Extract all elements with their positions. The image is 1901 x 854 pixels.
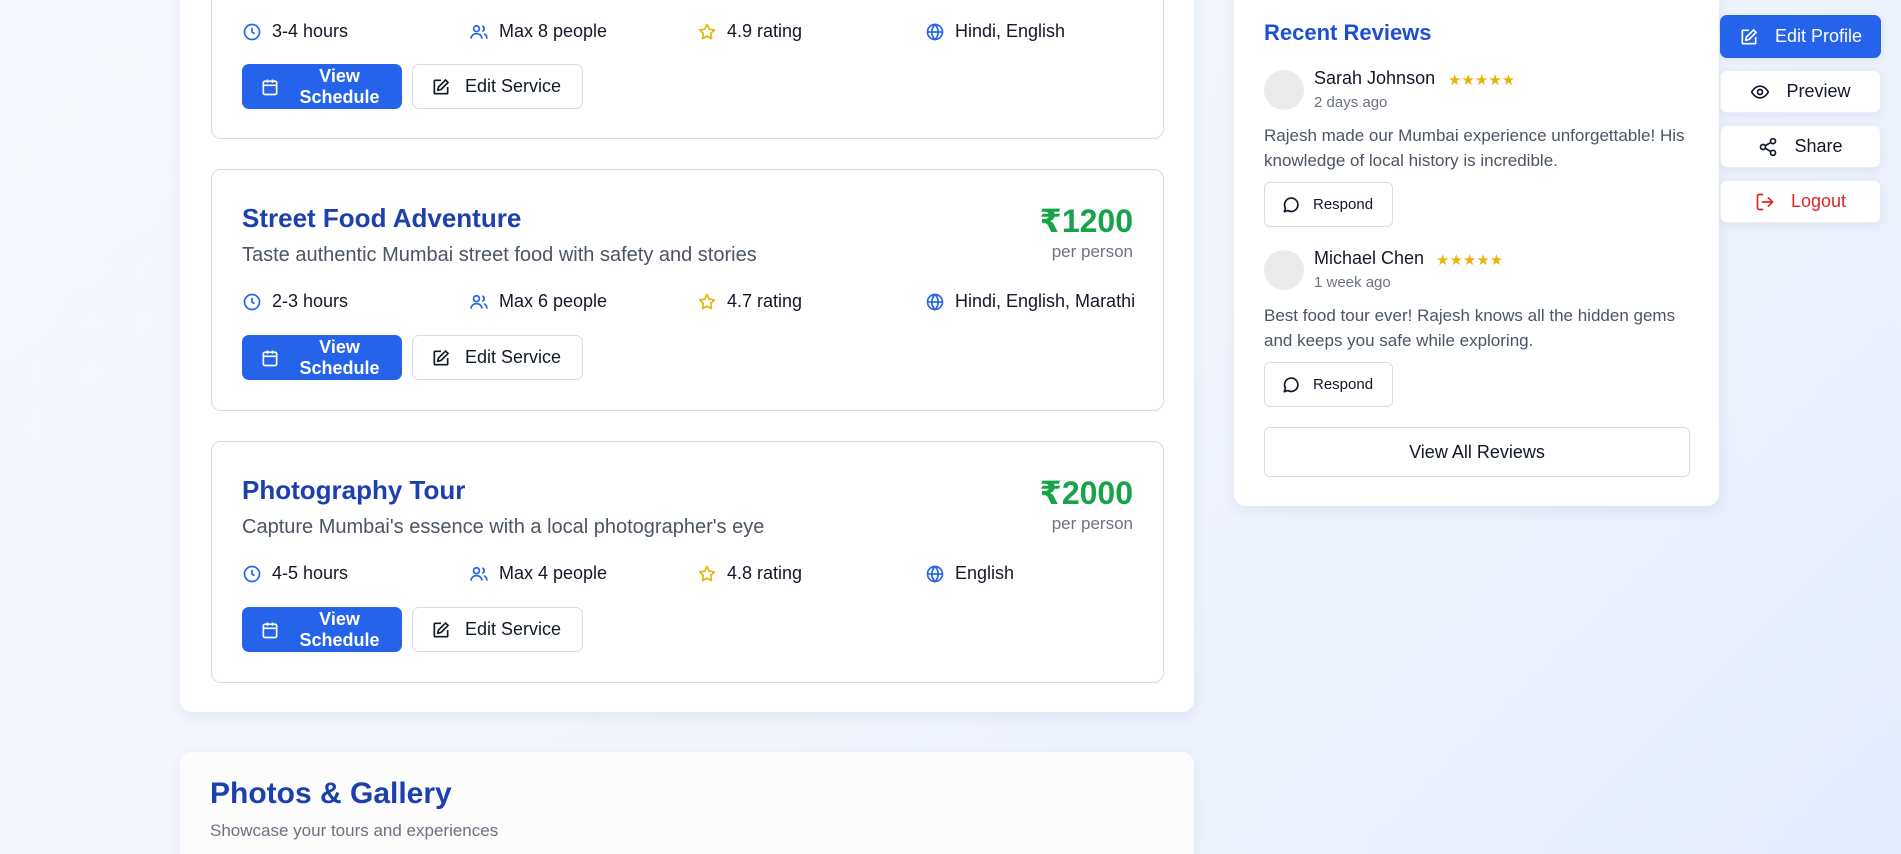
duration-meta: 3-4 hours — [242, 21, 348, 42]
logout-label: Logout — [1790, 191, 1847, 211]
clock-icon — [243, 565, 261, 582]
globe-icon — [926, 292, 944, 311]
group-meta: Max 4 people — [469, 563, 607, 584]
message-circle-icon — [1283, 376, 1299, 392]
price-unit: per person — [1051, 242, 1133, 261]
group-meta: Max 6 people — [469, 291, 607, 312]
logout-icon — [1756, 193, 1774, 210]
review-date: 1 week ago — [1314, 274, 1391, 291]
star-icon — [698, 23, 716, 39]
gallery-card: Photos & Gallery Showcase your tours and… — [180, 752, 1194, 854]
group-text: Max 4 people — [499, 563, 608, 583]
edit-service-label: Edit Service — [465, 76, 562, 96]
duration-meta: 2-3 hours — [242, 291, 348, 312]
calendar-icon — [262, 79, 278, 95]
edit-icon — [433, 78, 449, 94]
edit-profile-button[interactable]: Edit Profile — [1720, 15, 1881, 58]
gallery-subtitle: Showcase your tours and experiences — [210, 821, 499, 840]
clock-icon — [243, 23, 261, 40]
group-text: Max 6 people — [499, 291, 608, 311]
review-text: Best food tour ever! Rajesh knows all th… — [1264, 306, 1676, 350]
rating-meta: 4.7 rating — [697, 291, 802, 312]
share-icon — [1760, 137, 1777, 156]
service-title: Street Food Adventure — [242, 203, 522, 233]
duration-text: 4-5 hours — [272, 563, 349, 583]
edit-profile-label: Edit Profile — [1774, 26, 1863, 46]
languages-text: Hindi, English — [955, 21, 1066, 41]
languages-meta: Hindi, English — [925, 21, 1065, 42]
recent-reviews-card: Recent Reviews Sarah Johnson ★★★★★ 2 day… — [1234, 0, 1719, 506]
reviews-title: Recent Reviews — [1264, 20, 1432, 45]
duration-text: 3-4 hours — [272, 21, 349, 41]
languages-meta: English — [925, 563, 1014, 584]
service-card-photography: Photography Tour Capture Mumbai's essenc… — [211, 441, 1164, 683]
edit-service-button[interactable]: Edit Service — [412, 64, 583, 109]
service-card-street-food: Street Food Adventure Taste authentic Mu… — [211, 169, 1164, 411]
preview-button[interactable]: Preview — [1720, 70, 1881, 113]
service-description: Capture Mumbai's essence with a local ph… — [242, 516, 765, 538]
service-price: ₹1200 — [1039, 203, 1133, 239]
users-icon — [470, 566, 488, 581]
rating-text: 4.9 rating — [727, 21, 803, 41]
rating-text: 4.8 rating — [727, 563, 803, 583]
price-unit: per person — [1051, 514, 1133, 533]
service-card-tour-1: 3-4 hours Max 8 people 4.9 rating Hindi,… — [211, 0, 1164, 139]
view-schedule-label: View Schedule — [299, 336, 380, 378]
reviewer-name: Sarah Johnson — [1314, 68, 1436, 88]
review-text: Rajesh made our Mumbai experience unforg… — [1264, 126, 1685, 170]
view-schedule-label: View Schedule — [299, 608, 380, 650]
group-text: Max 8 people — [499, 21, 608, 41]
edit-icon — [433, 621, 449, 637]
star-icon — [698, 293, 716, 309]
globe-icon — [926, 564, 944, 583]
share-label: Share — [1794, 136, 1843, 156]
duration-meta: 4-5 hours — [242, 563, 348, 584]
group-meta: Max 8 people — [469, 21, 607, 42]
avatar — [1264, 250, 1304, 290]
respond-label: Respond — [1313, 196, 1374, 213]
languages-text: Hindi, English, Marathi — [955, 291, 1136, 311]
star-icon — [698, 565, 716, 581]
respond-button[interactable]: Respond — [1264, 362, 1393, 407]
gallery-title: Photos & Gallery — [210, 777, 452, 810]
avatar — [1264, 70, 1304, 110]
service-price: ₹2000 — [1039, 475, 1133, 511]
logout-button[interactable]: Logout — [1720, 180, 1881, 223]
rating-meta: 4.8 rating — [697, 563, 802, 584]
languages-text: English — [955, 563, 1015, 583]
share-button[interactable]: Share — [1720, 125, 1881, 168]
view-schedule-button[interactable]: View Schedule — [242, 335, 402, 380]
edit-service-button[interactable]: Edit Service — [412, 607, 583, 652]
clock-icon — [243, 293, 261, 310]
globe-icon — [926, 22, 944, 41]
rating-text: 4.7 rating — [727, 291, 803, 311]
star-rating-icon: ★★★★★ — [1436, 252, 1504, 269]
users-icon — [470, 24, 488, 39]
view-schedule-label: View Schedule — [299, 65, 380, 107]
reviewer-name: Michael Chen — [1314, 248, 1425, 268]
view-schedule-button[interactable]: View Schedule — [242, 607, 402, 652]
review-date: 2 days ago — [1314, 94, 1388, 111]
edit-icon — [1741, 28, 1757, 45]
calendar-icon — [262, 622, 278, 638]
edit-icon — [433, 349, 449, 365]
edit-service-button[interactable]: Edit Service — [412, 335, 583, 380]
star-rating-icon: ★★★★★ — [1448, 72, 1516, 89]
respond-label: Respond — [1313, 376, 1374, 393]
edit-service-label: Edit Service — [465, 347, 562, 367]
calendar-icon — [262, 350, 278, 366]
service-title: Photography Tour — [242, 475, 466, 505]
preview-label: Preview — [1786, 81, 1851, 101]
users-icon — [470, 294, 488, 309]
rating-meta: 4.9 rating — [697, 21, 802, 42]
service-description: Taste authentic Mumbai street food with … — [242, 244, 757, 266]
view-schedule-button[interactable]: View Schedule — [242, 64, 402, 109]
eye-icon — [1751, 84, 1770, 99]
languages-meta: Hindi, English, Marathi — [925, 291, 1135, 312]
view-all-reviews-button[interactable]: View All Reviews — [1264, 427, 1690, 477]
duration-text: 2-3 hours — [272, 291, 349, 311]
message-circle-icon — [1283, 196, 1299, 212]
edit-service-label: Edit Service — [465, 619, 562, 639]
respond-button[interactable]: Respond — [1264, 182, 1393, 227]
